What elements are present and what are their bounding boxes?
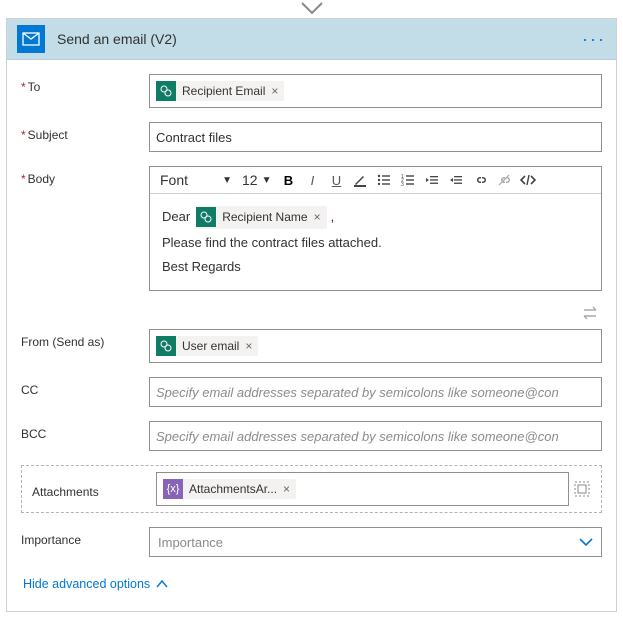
number-list-button[interactable]: 123 [397,169,419,191]
token-remove-button[interactable]: × [245,339,252,353]
switch-to-detail-button[interactable] [569,481,595,497]
label-subject: *Subject [21,122,149,142]
token-remove-button[interactable]: × [314,206,321,229]
row-subject: *Subject [21,122,602,152]
label-to: *To [21,74,149,94]
body-line-2: Please find the contract files attached. [162,231,589,256]
importance-select[interactable]: Importance [149,527,602,557]
color-button[interactable] [349,169,371,191]
label-importance: Importance [21,527,149,547]
cc-input[interactable] [156,385,595,400]
label-cc: CC [21,377,149,397]
token-label: AttachmentsAr... [189,482,277,496]
cc-input-box[interactable] [149,377,602,407]
body-greeting-suffix: , [331,205,335,230]
row-importance: Importance Importance [21,527,602,557]
row-cc: CC [21,377,602,407]
italic-button[interactable]: I [301,169,323,191]
token-label: Recipient Name [222,206,307,229]
chevron-up-icon [156,579,168,589]
sharepoint-icon [156,81,176,101]
outdent-button[interactable] [421,169,443,191]
attachments-input-box[interactable]: {x} AttachmentsAr... × [156,472,569,506]
chevron-down-icon [579,537,593,547]
rte-toolbar: Font▼ 12▼ B I U 123 [150,167,601,194]
action-card: Send an email (V2) ··· *To Recipient Ema… [6,18,617,612]
token-attachments-array[interactable]: {x} AttachmentsAr... × [163,479,296,499]
to-input-box[interactable]: Recipient Email × [149,74,602,108]
label-attachments: Attachments [28,479,156,499]
row-from: From (Send as) User email × [21,329,602,363]
unlink-button[interactable] [493,169,515,191]
card-title: Send an email (V2) [57,31,582,47]
row-bcc: BCC [21,421,602,451]
token-label: Recipient Email [182,84,265,98]
underline-button[interactable]: U [325,169,347,191]
token-label: User email [182,339,239,353]
token-user-email[interactable]: User email × [156,336,258,356]
subject-input-box[interactable] [149,122,602,152]
card-menu-button[interactable]: ··· [582,29,606,50]
body-line-3: Best Regards [162,255,589,280]
hide-advanced-options-link[interactable]: Hide advanced options [21,571,602,601]
label-bcc: BCC [21,421,149,441]
bullet-list-button[interactable] [373,169,395,191]
token-remove-button[interactable]: × [271,84,278,98]
importance-placeholder: Importance [158,535,223,550]
sharepoint-icon [196,207,216,227]
body-greeting-prefix: Dear [162,205,190,230]
font-selector[interactable]: Font▼ [156,170,236,190]
row-to: *To Recipient Email × [21,74,602,108]
token-remove-button[interactable]: × [283,482,290,496]
rich-text-editor: Font▼ 12▼ B I U 123 [149,166,602,291]
swap-icon[interactable] [582,305,600,321]
bcc-input[interactable] [156,429,595,444]
bcc-input-box[interactable] [149,421,602,451]
token-recipient-name[interactable]: Recipient Name × [196,206,326,229]
outlook-icon [17,25,45,53]
card-header[interactable]: Send an email (V2) ··· [7,19,616,60]
row-attachments: Attachments {x} AttachmentsAr... × [21,465,602,513]
svg-text:3: 3 [401,182,404,187]
indent-button[interactable] [445,169,467,191]
from-input-box[interactable]: User email × [149,329,602,363]
label-from: From (Send as) [21,329,149,349]
font-size-selector[interactable]: 12▼ [238,170,275,190]
token-recipient-email[interactable]: Recipient Email × [156,81,284,101]
arrow-down-icon [301,2,323,16]
flow-arrow [0,0,623,18]
code-view-button[interactable] [517,169,539,191]
sharepoint-icon [156,336,176,356]
link-button[interactable] [469,169,491,191]
rte-content[interactable]: Dear Recipient Name × , Please [150,194,601,290]
expression-icon: {x} [163,479,183,499]
row-body: *Body Font▼ 12▼ B I U [21,166,602,291]
bold-button[interactable]: B [277,169,299,191]
card-body: *To Recipient Email × *Subject [7,60,616,611]
subject-input[interactable] [156,130,595,145]
label-body: *Body [21,166,149,186]
